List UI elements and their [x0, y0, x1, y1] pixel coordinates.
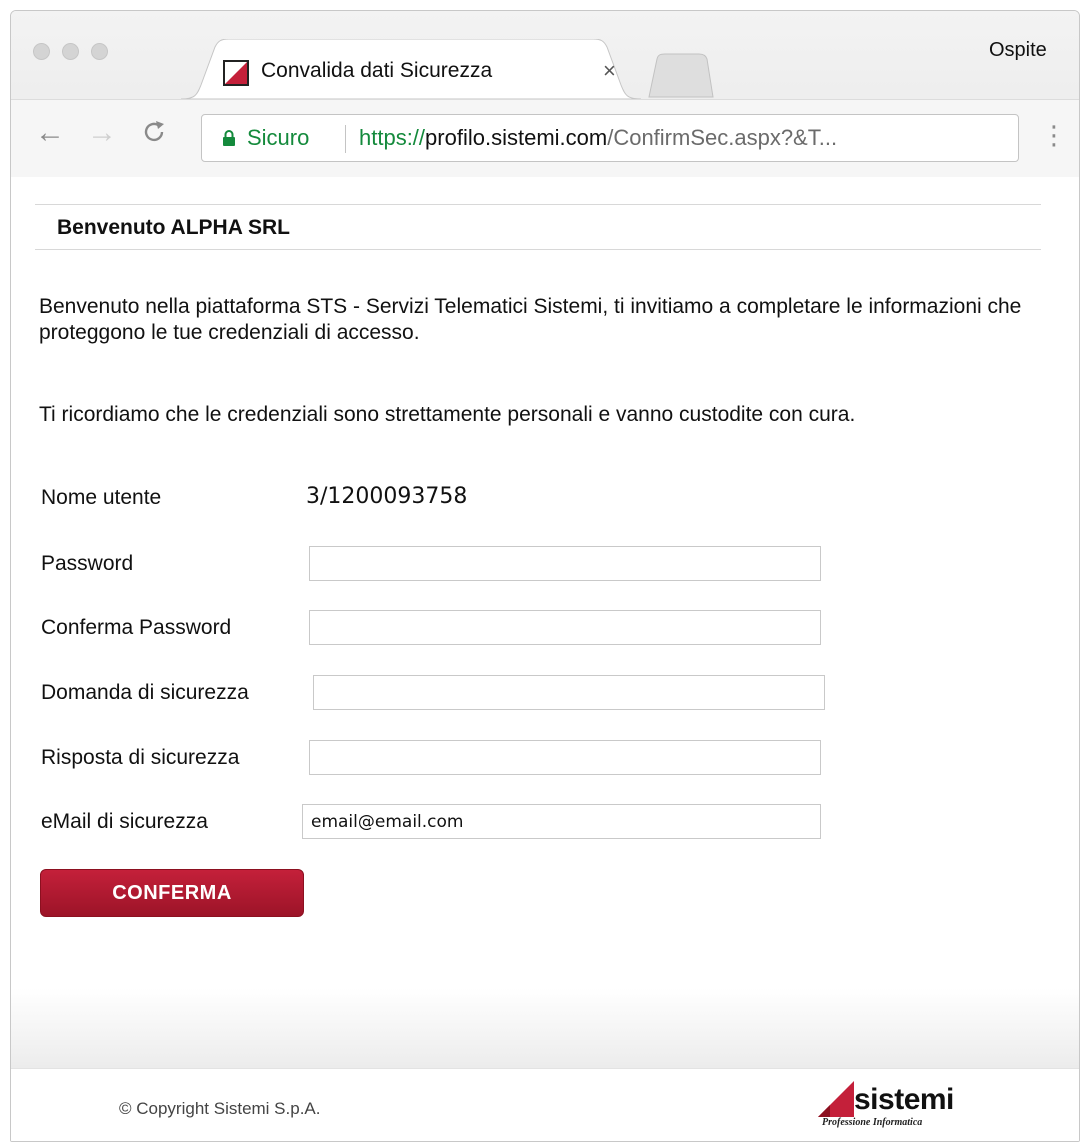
logo-wordmark: sistemi [854, 1083, 954, 1116]
window-controls [33, 43, 108, 60]
confirm-password-field[interactable] [309, 610, 821, 645]
confirm-button[interactable]: CONFERMA [40, 869, 304, 917]
favicon-icon [223, 60, 249, 86]
copyright-text: © Copyright Sistemi S.p.A. [119, 1099, 321, 1118]
secure-label: Sicuro [247, 125, 310, 150]
lock-icon [223, 130, 235, 146]
url-scheme: https:// [359, 125, 426, 150]
confirm-password-label: Conferma Password [41, 616, 232, 639]
password-field[interactable] [309, 546, 821, 581]
minimize-window-button[interactable] [62, 43, 79, 60]
browser-toolbar: ← → Sicuro https://profilo.sistemi.com/C… [11, 99, 1079, 177]
security-answer-field[interactable] [309, 740, 821, 775]
password-label: Password [41, 552, 134, 575]
intro-paragraph: Benvenuto nella piattaforma STS - Serviz… [39, 295, 1022, 344]
sistemi-logo: sistemi Professione Informatica [816, 1079, 976, 1135]
kebab-menu-icon[interactable]: ⋮ [1041, 120, 1067, 151]
browser-chrome: Convalida dati Sicurezza × Ospite ← → Si… [11, 11, 1079, 177]
page-title: Benvenuto ALPHA SRL [57, 216, 290, 239]
address-divider [345, 125, 346, 153]
page-content: Benvenuto ALPHA SRL Benvenuto nella piat… [11, 178, 1079, 1141]
maximize-window-button[interactable] [91, 43, 108, 60]
security-email-field[interactable] [302, 804, 821, 839]
tab-title: Convalida dati Sicurezza [261, 59, 493, 82]
address-url[interactable]: https://profilo.sistemi.com/ConfirmSec.a… [359, 125, 837, 151]
forward-arrow-icon[interactable]: → [87, 118, 117, 148]
reload-icon[interactable] [141, 119, 167, 145]
security-email-label: eMail di sicurezza [41, 810, 208, 833]
footer-gradient [11, 988, 1079, 1068]
new-tab-button[interactable] [643, 53, 715, 99]
url-path: /ConfirmSec.aspx?&T... [607, 125, 838, 150]
tab-active[interactable]: Convalida dati Sicurezza × [181, 39, 641, 99]
address-bar[interactable]: Sicuro https://profilo.sistemi.com/Confi… [201, 114, 1019, 162]
tab-close-icon[interactable]: × [603, 58, 616, 84]
welcome-header: Benvenuto ALPHA SRL [35, 204, 1041, 250]
close-window-button[interactable] [33, 43, 50, 60]
tab-bar: Convalida dati Sicurezza × Ospite [11, 11, 1079, 99]
username-value: 3/1200093758 [306, 484, 468, 509]
reminder-paragraph: Ti ricordiamo che le credenziali sono st… [39, 403, 856, 426]
logo-tagline: Professione Informatica [822, 1117, 923, 1128]
browser-window: Convalida dati Sicurezza × Ospite ← → Si… [10, 10, 1080, 1142]
page-footer: © Copyright Sistemi S.p.A. sistemi Profe… [11, 1068, 1079, 1141]
logo-mark-icon [818, 1081, 854, 1117]
back-arrow-icon[interactable]: ← [35, 118, 65, 148]
security-question-field[interactable] [313, 675, 825, 710]
profile-label[interactable]: Ospite [989, 39, 1047, 62]
security-question-label: Domanda di sicurezza [41, 681, 249, 704]
security-answer-label: Risposta di sicurezza [41, 746, 240, 769]
username-label: Nome utente [41, 486, 162, 509]
url-host: profilo.sistemi.com [425, 125, 608, 150]
